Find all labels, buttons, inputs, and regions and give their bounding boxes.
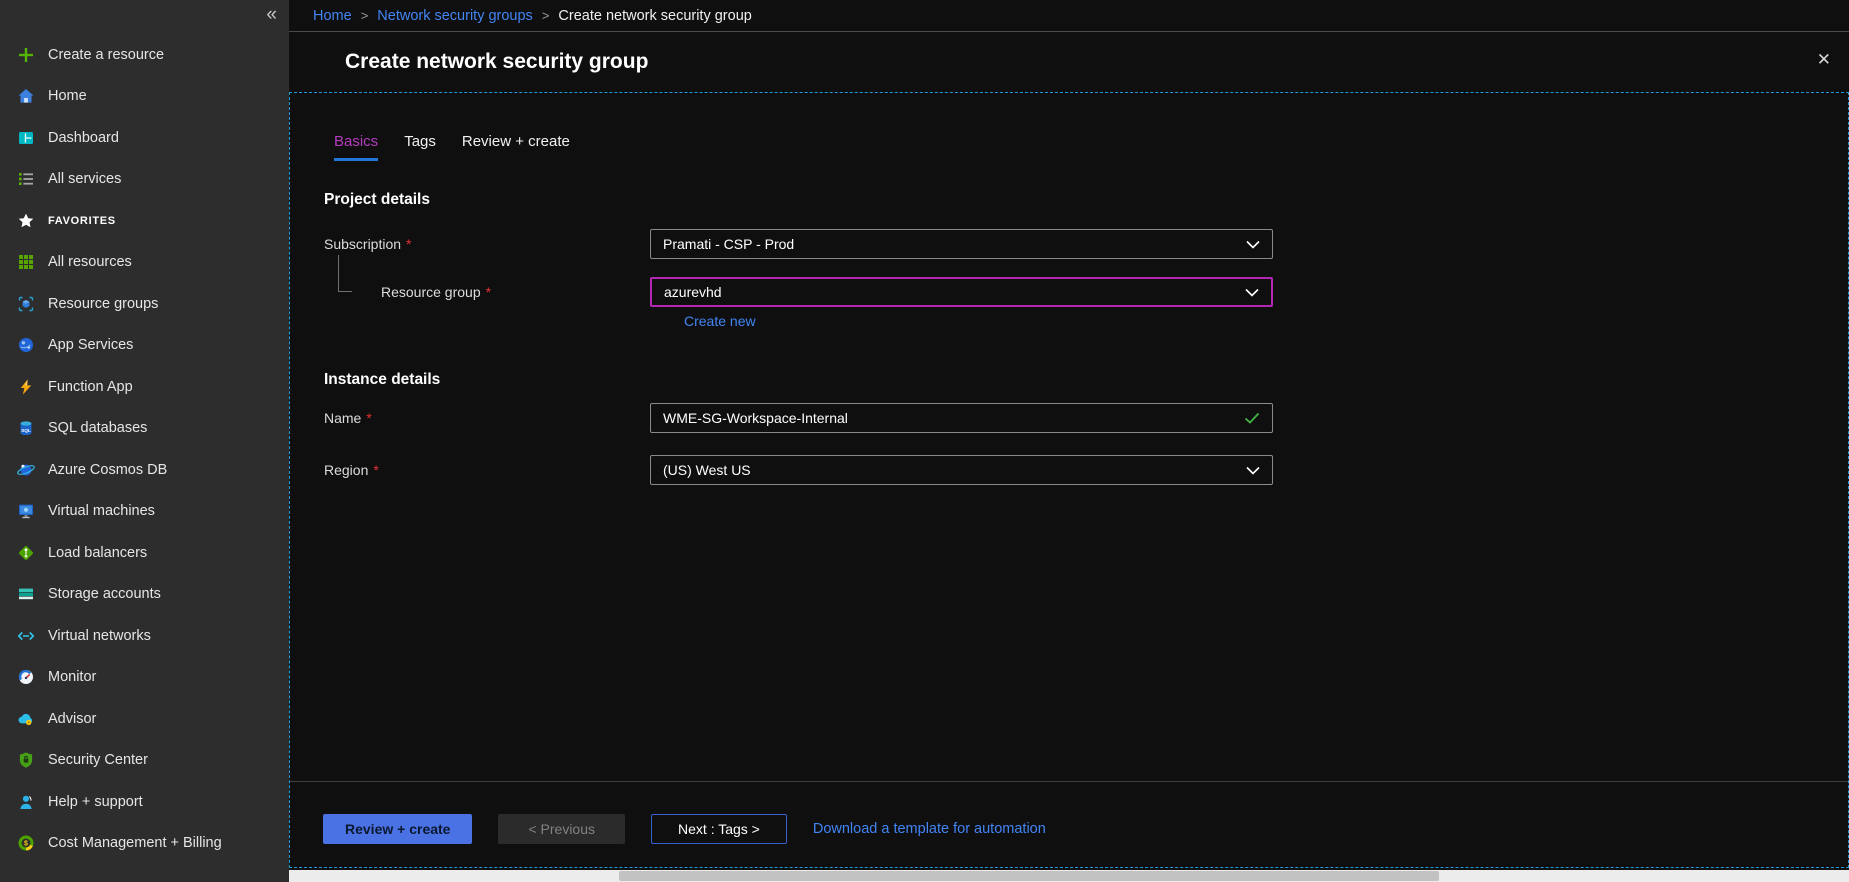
sidebar-section-favorites: FAVORITES — [0, 200, 289, 242]
tab-review-create[interactable]: Review + create — [462, 133, 570, 161]
lightning-icon — [16, 377, 36, 397]
sidebar-item-storage-accounts[interactable]: Storage accounts — [0, 574, 289, 616]
gauge-icon — [16, 667, 36, 687]
subscription-row: Subscription* Pramati - CSP - Prod — [290, 229, 1848, 259]
chevron-down-icon — [1246, 466, 1260, 475]
home-icon — [16, 86, 36, 106]
previous-button[interactable]: < Previous — [498, 814, 625, 844]
sidebar-item-app-services[interactable]: App Services — [0, 325, 289, 367]
required-asterisk: * — [366, 410, 371, 426]
sidebar-item-dashboard[interactable]: Dashboard — [0, 117, 289, 159]
resource-group-icon — [16, 294, 36, 314]
breadcrumb-separator: > — [542, 8, 550, 23]
subscription-dropdown[interactable]: Pramati - CSP - Prod — [650, 229, 1273, 259]
sidebar-item-cost-management-billing[interactable]: $ Cost Management + Billing — [0, 823, 289, 865]
horizontal-scrollbar[interactable] — [289, 870, 1849, 882]
resource-group-dropdown[interactable]: azurevhd — [650, 277, 1273, 307]
resource-group-row: Resource group* azurevhd — [290, 277, 1848, 307]
sidebar-item-resource-groups[interactable]: Resource groups — [0, 283, 289, 325]
create-new-link[interactable]: Create new — [684, 313, 756, 329]
advisor-icon — [16, 709, 36, 729]
cost-donut-icon: $ — [16, 833, 36, 853]
vm-monitor-icon — [16, 501, 36, 521]
sidebar-item-load-balancers[interactable]: Load balancers — [0, 532, 289, 574]
load-balancer-icon — [16, 543, 36, 563]
page-header: Create network security group ✕ — [289, 32, 1849, 91]
name-label: Name* — [324, 410, 650, 426]
region-dropdown[interactable]: (US) West US — [650, 455, 1273, 485]
indent-connector — [338, 255, 352, 292]
svg-text:SQL: SQL — [21, 428, 31, 434]
sidebar-collapse-button[interactable]: « — [266, 4, 277, 26]
required-asterisk: * — [486, 284, 491, 300]
sidebar-item-security-center[interactable]: Security Center — [0, 740, 289, 782]
sidebar-item-create-a-resource[interactable]: Create a resource — [0, 34, 289, 76]
planet-icon — [16, 460, 36, 480]
sidebar-item-azure-cosmos-db[interactable]: Azure Cosmos DB — [0, 449, 289, 491]
region-row: Region* (US) West US — [290, 455, 1848, 485]
sidebar: « Create a resource Home Dashboard All s… — [0, 0, 289, 882]
breadcrumb: Home > Network security groups > Create … — [289, 0, 1849, 32]
sidebar-item-function-app[interactable]: Function App — [0, 366, 289, 408]
project-details-heading: Project details — [324, 191, 1848, 209]
star-icon — [16, 211, 36, 231]
tab-basics[interactable]: Basics — [334, 133, 378, 161]
sidebar-item-home[interactable]: Home — [0, 76, 289, 118]
scrollbar-thumb[interactable] — [619, 871, 1439, 881]
breadcrumb-home-link[interactable]: Home — [313, 8, 352, 24]
chevron-down-icon — [1246, 240, 1260, 249]
name-input[interactable]: WME-SG-Workspace-Internal — [650, 403, 1273, 433]
page-title: Create network security group — [345, 50, 648, 74]
tab-tags[interactable]: Tags — [404, 133, 436, 161]
resource-group-label: Resource group* — [324, 284, 650, 300]
subscription-label: Subscription* — [324, 236, 650, 252]
sidebar-item-help-support[interactable]: Help + support — [0, 781, 289, 823]
next-tags-button[interactable]: Next : Tags > — [651, 814, 787, 844]
storage-icon — [16, 584, 36, 604]
required-asterisk: * — [406, 236, 411, 252]
sidebar-item-monitor[interactable]: Monitor — [0, 657, 289, 699]
footer-divider — [290, 781, 1848, 782]
chevron-down-icon — [1245, 288, 1259, 297]
required-asterisk: * — [373, 462, 378, 478]
grid-icon — [16, 252, 36, 272]
sidebar-item-virtual-networks[interactable]: Virtual networks — [0, 615, 289, 657]
sidebar-item-advisor[interactable]: Advisor — [0, 698, 289, 740]
network-icon — [16, 626, 36, 646]
footer-actions: Review + create < Previous Next : Tags >… — [323, 814, 1046, 844]
checkmark-icon — [1244, 412, 1260, 424]
globe-icon — [16, 335, 36, 355]
sidebar-item-sql-databases[interactable]: SQL SQL databases — [0, 408, 289, 450]
sql-database-icon: SQL — [16, 418, 36, 438]
sidebar-item-all-resources[interactable]: All resources — [0, 242, 289, 284]
region-label: Region* — [324, 462, 650, 478]
tab-bar: Basics Tags Review + create — [334, 133, 1848, 161]
sidebar-item-all-services[interactable]: All services — [0, 159, 289, 201]
person-icon — [16, 792, 36, 812]
main-content: Home > Network security groups > Create … — [289, 0, 1849, 882]
shield-icon — [16, 750, 36, 770]
svg-text:$: $ — [24, 841, 28, 848]
breadcrumb-current-page: Create network security group — [558, 8, 751, 24]
breadcrumb-separator: > — [361, 8, 369, 23]
review-create-button[interactable]: Review + create — [323, 814, 472, 844]
download-template-link[interactable]: Download a template for automation — [813, 821, 1046, 837]
dashboard-icon — [16, 128, 36, 148]
breadcrumb-network-security-groups-link[interactable]: Network security groups — [377, 8, 533, 24]
instance-details-heading: Instance details — [324, 371, 1848, 389]
plus-icon — [16, 45, 36, 65]
name-row: Name* WME-SG-Workspace-Internal — [290, 403, 1848, 433]
sidebar-nav: Create a resource Home Dashboard All ser… — [0, 34, 289, 864]
list-icon — [16, 169, 36, 189]
close-icon[interactable]: ✕ — [1817, 50, 1831, 70]
sidebar-item-virtual-machines[interactable]: Virtual machines — [0, 491, 289, 533]
basics-tab-panel: Basics Tags Review + create Project deta… — [289, 92, 1849, 868]
